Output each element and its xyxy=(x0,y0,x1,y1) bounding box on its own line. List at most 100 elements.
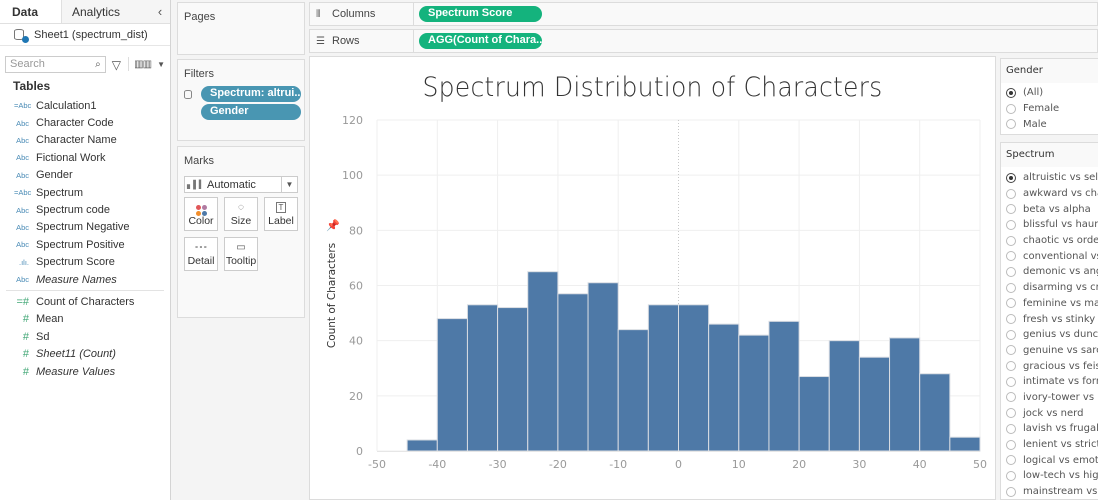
radio-button[interactable] xyxy=(1006,219,1016,230)
radio-button[interactable] xyxy=(1006,103,1016,114)
pages-shelf[interactable]: Pages xyxy=(177,2,305,55)
field-item[interactable]: # Sheet11 (Count) xyxy=(0,345,170,362)
radio-button[interactable] xyxy=(1006,486,1016,497)
radio-button[interactable] xyxy=(1006,314,1016,325)
radio-button[interactable] xyxy=(1006,87,1016,98)
gender-option[interactable]: (All) xyxy=(1001,85,1098,101)
spectrum-option[interactable]: demonic vs angelic xyxy=(1001,264,1098,280)
mark-type-select[interactable]: ▖▌▍ Automatic ▼ xyxy=(184,176,298,193)
field-item[interactable]: Abc Character Name xyxy=(0,132,170,149)
detail-button[interactable]: ∘∘∘ Detail xyxy=(184,237,218,271)
chevron-down-icon[interactable]: ▼ xyxy=(281,177,297,192)
histogram-bar[interactable] xyxy=(828,340,860,452)
gender-option[interactable]: Female xyxy=(1001,101,1098,117)
spectrum-option[interactable]: gracious vs feisty xyxy=(1001,358,1098,374)
radio-button[interactable] xyxy=(1006,298,1016,309)
filter-pill-spectrum[interactable]: Spectrum: altrui.. xyxy=(201,86,301,102)
radio-button[interactable] xyxy=(1006,119,1016,130)
histogram-bar[interactable] xyxy=(678,304,710,452)
chevron-down-icon[interactable]: ▼ xyxy=(157,60,165,69)
field-item[interactable]: Abc Character Code xyxy=(0,114,170,131)
chevron-left-icon[interactable]: ‹ xyxy=(150,0,170,23)
search-input[interactable]: Search ⌕ xyxy=(5,55,106,73)
histogram-bar[interactable] xyxy=(466,304,499,452)
radio-button[interactable] xyxy=(1006,392,1016,403)
gender-option[interactable]: Male xyxy=(1001,116,1098,132)
histogram-bar[interactable] xyxy=(406,439,438,452)
label-button[interactable]: T Label xyxy=(264,197,298,231)
radio-button[interactable] xyxy=(1006,408,1016,419)
filters-shelf[interactable]: Filters Spectrum: altrui.. Gender xyxy=(177,59,305,141)
field-item[interactable]: =Abc Calculation1 xyxy=(0,97,170,114)
spectrum-option[interactable]: low-tech vs high-tech xyxy=(1001,468,1098,484)
spectrum-option[interactable]: genuine vs sarcastic xyxy=(1001,343,1098,359)
histogram-bar[interactable] xyxy=(858,356,891,452)
color-button[interactable]: Color xyxy=(184,197,218,231)
spectrum-option[interactable]: lavish vs frugal xyxy=(1001,421,1098,437)
columns-pill-spectrum-score[interactable]: Spectrum Score xyxy=(419,6,542,22)
filter-pill-gender[interactable]: Gender xyxy=(201,104,301,120)
spectrum-option[interactable]: jock vs nerd xyxy=(1001,405,1098,421)
field-item[interactable]: =# Count of Characters xyxy=(0,293,170,310)
spectrum-option[interactable]: genius vs dunce xyxy=(1001,327,1098,343)
spectrum-option[interactable]: logical vs emotional xyxy=(1001,452,1098,468)
spectrum-option[interactable]: awkward vs charming xyxy=(1001,186,1098,202)
radio-button[interactable] xyxy=(1006,235,1016,246)
spectrum-option[interactable]: lenient vs strict xyxy=(1001,437,1098,453)
radio-button[interactable] xyxy=(1006,361,1016,372)
field-item[interactable]: =Abc Spectrum xyxy=(0,184,170,201)
field-item[interactable]: Abc Gender xyxy=(0,167,170,184)
radio-button[interactable] xyxy=(1006,282,1016,293)
histogram-bar[interactable] xyxy=(587,282,619,452)
rows-pill-count[interactable]: AGG(Count of Chara.. xyxy=(419,33,542,49)
radio-button[interactable] xyxy=(1006,266,1016,277)
spectrum-option[interactable]: intimate vs formal xyxy=(1001,374,1098,390)
radio-button[interactable] xyxy=(1006,376,1016,387)
histogram-bar[interactable] xyxy=(889,337,921,452)
histogram-bar[interactable] xyxy=(647,304,680,452)
tab-analytics[interactable]: Analytics xyxy=(62,0,150,23)
field-item[interactable]: # Measure Values xyxy=(0,363,170,380)
histogram-bar[interactable] xyxy=(497,307,529,452)
histogram-bar[interactable] xyxy=(798,376,830,452)
datasource-item[interactable]: Sheet1 (spectrum_dist) xyxy=(0,24,170,46)
histogram-bar[interactable] xyxy=(557,293,589,452)
radio-button[interactable] xyxy=(1006,345,1016,356)
spectrum-option[interactable]: beta vs alpha xyxy=(1001,201,1098,217)
histogram-bar[interactable] xyxy=(768,320,800,452)
field-item[interactable]: Abc Measure Names xyxy=(0,271,170,288)
columns-shelf[interactable]: ⦀ Columns Spectrum Score xyxy=(309,2,1098,26)
spectrum-option[interactable]: mainstream vs a xyxy=(1001,484,1098,499)
spectrum-option[interactable]: altruistic vs selfish xyxy=(1001,170,1098,186)
field-item[interactable]: Abc Spectrum code xyxy=(0,201,170,218)
histogram-bar[interactable] xyxy=(919,373,951,452)
radio-button[interactable] xyxy=(1006,439,1016,450)
histogram-bar[interactable] xyxy=(738,334,770,452)
radio-button[interactable] xyxy=(1006,251,1016,262)
radio-button[interactable] xyxy=(1006,329,1016,340)
spectrum-option[interactable]: fresh vs stinky xyxy=(1001,311,1098,327)
field-item[interactable]: # Mean xyxy=(0,311,170,328)
tooltip-button[interactable]: ▭ Tooltip xyxy=(224,237,258,271)
rows-shelf[interactable]: ☰ Rows AGG(Count of Chara.. xyxy=(309,29,1098,53)
radio-button[interactable] xyxy=(1006,423,1016,434)
field-item[interactable]: # Sd xyxy=(0,328,170,345)
histogram-bar[interactable] xyxy=(617,329,649,452)
spectrum-option[interactable]: feminine vs masculine xyxy=(1001,296,1098,312)
field-item[interactable]: Abc Spectrum Negative xyxy=(0,219,170,236)
field-item[interactable]: .ılı. Spectrum Score xyxy=(0,254,170,271)
radio-button[interactable] xyxy=(1006,455,1016,466)
radio-button[interactable] xyxy=(1006,204,1016,215)
spectrum-option[interactable]: ivory-tower vs b xyxy=(1001,390,1098,406)
tab-data[interactable]: Data xyxy=(0,0,62,23)
spectrum-option[interactable]: conventional vs xyxy=(1001,248,1098,264)
field-item[interactable]: Abc Fictional Work xyxy=(0,149,170,166)
size-button[interactable]: ◌ Size xyxy=(224,197,258,231)
spectrum-option[interactable]: blissful vs haunted xyxy=(1001,217,1098,233)
histogram-bar[interactable] xyxy=(436,318,468,452)
histogram-bar[interactable] xyxy=(708,323,740,452)
radio-button[interactable] xyxy=(1006,172,1016,183)
histogram-bar[interactable] xyxy=(949,436,981,452)
radio-button[interactable] xyxy=(1006,188,1016,199)
filter-icon[interactable]: ▽ xyxy=(112,58,123,72)
